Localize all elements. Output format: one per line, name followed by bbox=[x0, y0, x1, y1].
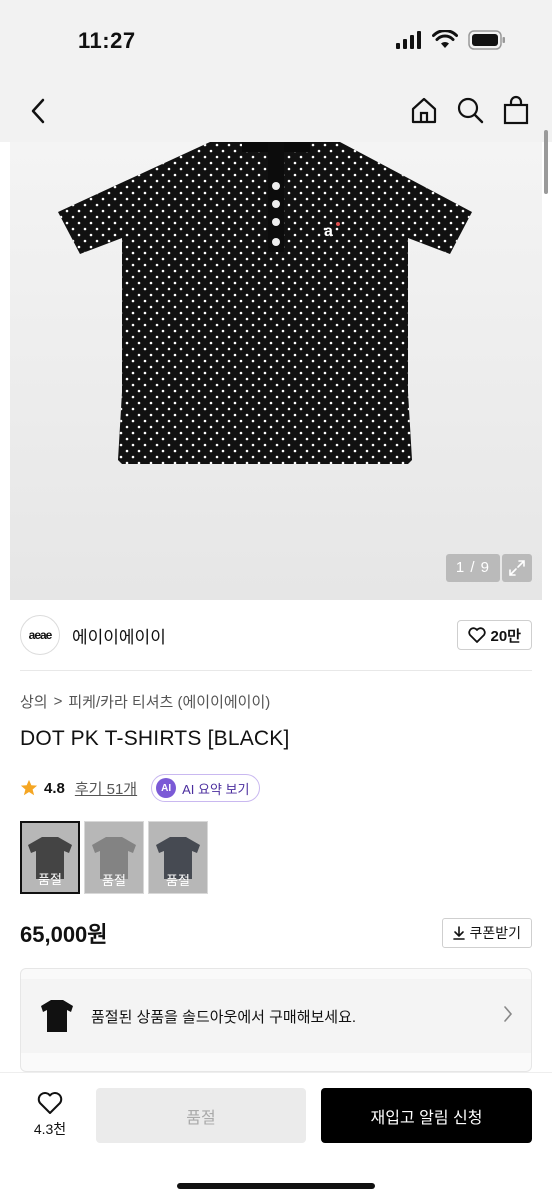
search-button[interactable] bbox=[456, 94, 484, 126]
wifi-icon bbox=[432, 30, 458, 48]
coupon-label: 쿠폰받기 bbox=[469, 925, 521, 941]
bag-button[interactable] bbox=[502, 94, 530, 126]
bag-icon bbox=[503, 95, 529, 125]
status-bar: 11:27 bbox=[0, 0, 552, 84]
color-option-black[interactable]: 품절 bbox=[20, 821, 80, 894]
scrollbar-thumb[interactable] bbox=[544, 130, 548, 194]
breadcrumb-separator: > bbox=[53, 693, 63, 710]
gallery-counter: 1 / 9 bbox=[445, 554, 500, 582]
brand-logo[interactable]: aeae bbox=[20, 615, 60, 655]
download-icon bbox=[453, 926, 466, 940]
restock-alert-button[interactable]: 재입고 알림 신청 bbox=[321, 1088, 532, 1143]
search-icon bbox=[457, 97, 484, 124]
product-image-gallery[interactable]: a 1 / 9 bbox=[10, 142, 542, 600]
color-options: 품절 품절 품절 bbox=[20, 821, 208, 894]
soldout-button: 품절 bbox=[96, 1088, 306, 1143]
product-title: DOT PK T-SHIRTS [BLACK] bbox=[20, 727, 290, 750]
ai-badge-icon: AI bbox=[156, 778, 177, 798]
bottom-action-bar: 4.3천 품절 재입고 알림 신청 bbox=[0, 1072, 552, 1200]
status-time: 11:27 bbox=[78, 28, 136, 53]
reviews-link[interactable]: 후기 51개 bbox=[75, 778, 137, 799]
back-icon bbox=[31, 98, 45, 124]
rating-value: 4.8 bbox=[44, 779, 65, 797]
breadcrumb: 상의 > 피케/카라 티셔츠 (에이이에이이) bbox=[20, 691, 270, 712]
chevron-right-icon bbox=[504, 1006, 513, 1022]
brand-row[interactable]: aeae 에이이에이이 20만 bbox=[20, 614, 532, 656]
breadcrumb-category[interactable]: 상의 bbox=[20, 691, 48, 712]
expand-button[interactable] bbox=[502, 554, 532, 582]
brand-like-count: 20만 bbox=[490, 627, 522, 645]
battery-icon bbox=[468, 30, 505, 50]
coupon-button[interactable]: 쿠폰받기 bbox=[442, 918, 532, 948]
promo-text: 품절된 상품을 솔드아웃에서 구매해보세요. bbox=[91, 1008, 357, 1026]
color-option-navy[interactable]: 품절 bbox=[148, 821, 208, 894]
heart-icon bbox=[37, 1092, 63, 1114]
expand-icon bbox=[509, 560, 525, 576]
breadcrumb-subcategory[interactable]: 피케/카라 티셔츠 (에이이에이이) bbox=[68, 691, 270, 712]
promo-shirt-image bbox=[39, 996, 75, 1036]
status-icons bbox=[396, 30, 506, 50]
soldout-promo-link[interactable]: 품절된 상품을 솔드아웃에서 구매해보세요. bbox=[21, 979, 531, 1053]
svg-text:a: a bbox=[324, 223, 333, 240]
soldout-label: 품절 bbox=[102, 873, 126, 888]
back-button[interactable] bbox=[24, 96, 52, 126]
soldout-label: 품절 bbox=[38, 872, 62, 887]
shirt-thumbnail bbox=[41, 1000, 73, 1032]
ai-summary-label: AI 요약 보기 bbox=[182, 781, 250, 797]
product-price: 65,000원 bbox=[20, 922, 108, 947]
signal-icon bbox=[396, 31, 421, 49]
product-like-button[interactable]: 4.3천 bbox=[28, 1091, 72, 1139]
ai-summary-button[interactable]: AI AI 요약 보기 bbox=[151, 774, 261, 802]
home-indicator bbox=[177, 1183, 375, 1189]
heart-icon bbox=[467, 627, 486, 643]
divider bbox=[20, 670, 532, 671]
home-button[interactable] bbox=[410, 94, 438, 126]
home-icon bbox=[411, 97, 437, 124]
soldout-promo-card: 품절된 상품을 솔드아웃에서 구매해보세요. bbox=[20, 968, 532, 1072]
nav-actions bbox=[410, 94, 530, 126]
soldout-label: 품절 bbox=[166, 873, 190, 888]
product-image: a bbox=[58, 142, 472, 464]
star-icon bbox=[20, 779, 38, 796]
brand-like-button[interactable]: 20만 bbox=[456, 620, 532, 650]
brand-name[interactable]: 에이이에이이 bbox=[72, 623, 166, 648]
nav-bar bbox=[0, 84, 552, 142]
product-like-count: 4.3천 bbox=[33, 1121, 67, 1137]
color-option-gray[interactable]: 품절 bbox=[84, 821, 144, 894]
rating-row: 4.8 후기 51개 AI AI 요약 보기 bbox=[20, 774, 261, 802]
